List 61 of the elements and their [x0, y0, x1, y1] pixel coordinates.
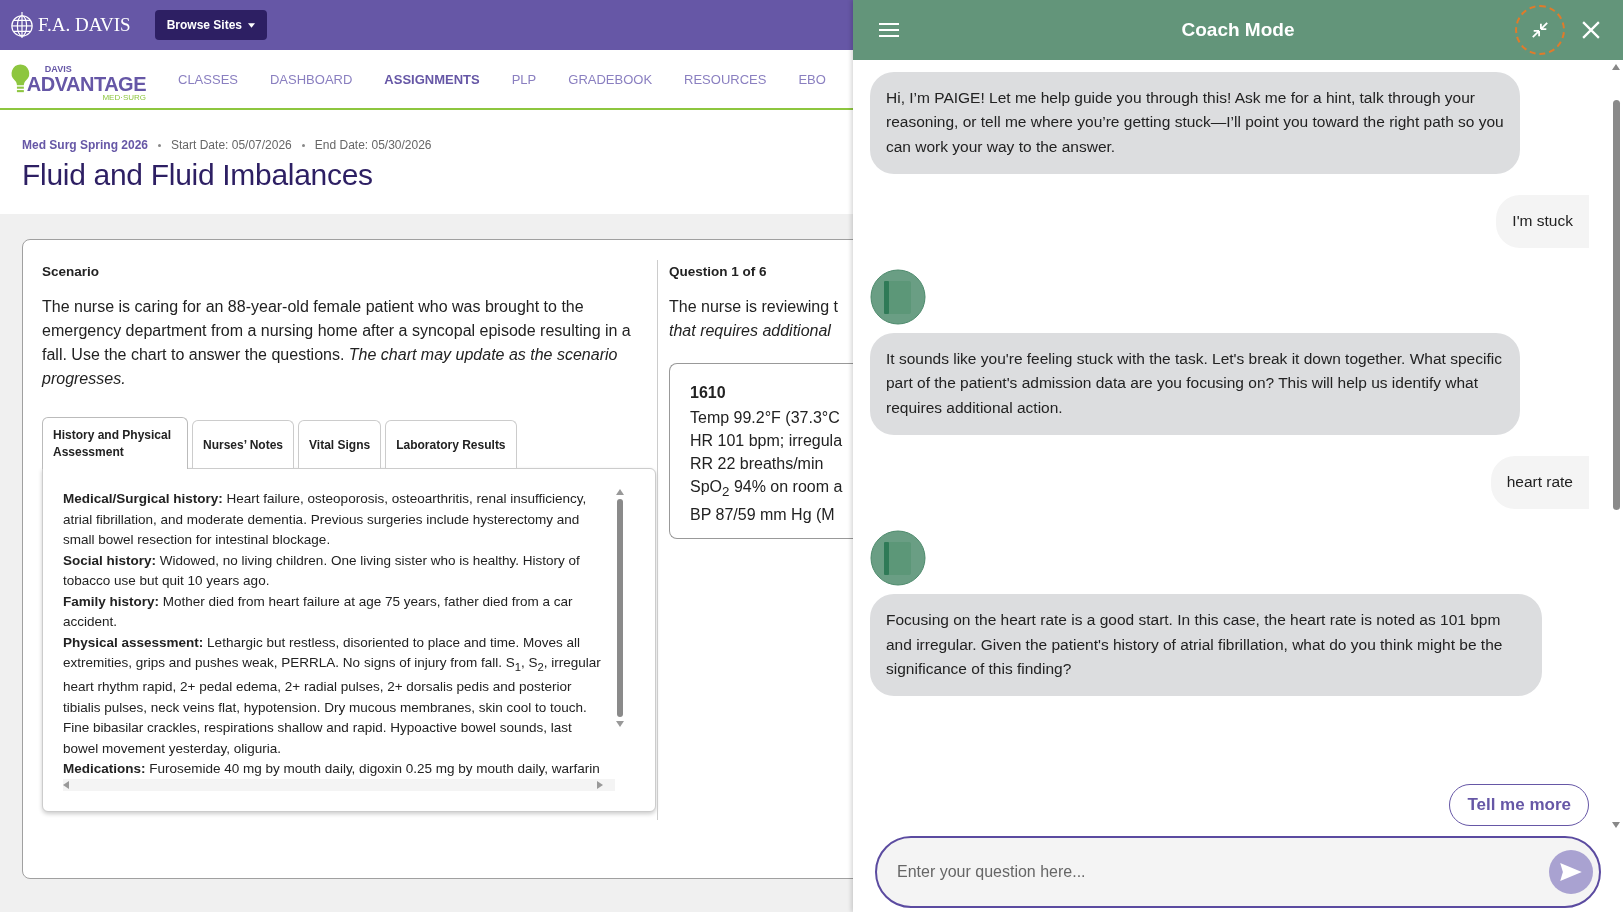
- nav-link[interactable]: GRADEBOOK: [568, 71, 653, 87]
- vital-sign: Temp 99.2°F (37.3°C: [690, 408, 841, 428]
- user-message: heart rate: [1490, 456, 1589, 510]
- chart-entry: Medical/Surgical history: Heart failure, osteoporosis, osteoarthritis, renal insufficiency, atrial fibrillation, and moderate dementia. Previous surgeries include hysterectomy and small bowel resection for intestinal blockage.: [63, 490, 588, 549]
- scenario-text: The nurse is caring for an 88-year-old female patient who was brought to the emergency department from a nursing home after a syncopal episode resulting in a fall. Use the chart to answer the questions. The chart may update as the scenario progresses.: [42, 297, 632, 389]
- chart-tab[interactable]: Vital Signs: [298, 420, 382, 468]
- vital-sign: BP 87/59 mm Hg (M: [690, 505, 836, 526]
- panel-title: Coach Mode: [1180, 19, 1296, 41]
- send-button[interactable]: [1549, 850, 1593, 894]
- chart-entry: Family history: Mother died from heart failure at age 75 years, father died from a car accident.: [63, 592, 574, 631]
- coach-message: Hi, I’m PAIGE! Let me help guide you through this! Ask me for a hint, talk through your reasoning, or tell me where you’re getting stuck—I’ll point you toward the right path so you can work your way to the answer.: [870, 72, 1520, 174]
- page-title: Fluid and Fluid Imbalances: [22, 158, 374, 192]
- coach-message: It sounds like you're feeling stuck with the task. Let's break it down together. What specific part of the patient's admission data are you focusing on? This will help us identify what requires additional action.: [870, 333, 1520, 436]
- vitals-time: 1610: [690, 384, 727, 402]
- horizontal-scrollbar[interactable]: [63, 779, 615, 791]
- scroll-down-icon[interactable]: [1612, 822, 1620, 828]
- collapse-icon: [1530, 21, 1550, 39]
- globe-logo-icon: [10, 10, 34, 40]
- chart-entry: Medications: Furosemide 40 mg by mouth daily, digoxin 0.25 mg by mouth daily, warfarin: [63, 760, 601, 779]
- scroll-down-icon[interactable]: [616, 721, 624, 727]
- nav-link[interactable]: CLASSES: [178, 71, 238, 87]
- end-date: End Date: 05/30/2026: [314, 138, 432, 152]
- advantage-logo[interactable]: DAVIS ADVANTAGE MED·SURG: [10, 56, 146, 102]
- chart-tab[interactable]: History and Physical Assessment: [42, 417, 188, 469]
- suggestion-chip[interactable]: Tell me more: [1449, 784, 1589, 826]
- nav-link[interactable]: EBO: [798, 71, 826, 87]
- chart-tab[interactable]: Nurses’ Notes: [192, 420, 295, 468]
- question-text: that requires additional: [669, 321, 832, 341]
- logo-tagline: MED·SURG: [102, 94, 146, 102]
- nav-link[interactable]: RESOURCES: [684, 71, 767, 87]
- collapse-button[interactable]: [1515, 5, 1565, 55]
- scroll-up-icon[interactable]: [1612, 64, 1620, 70]
- brand-name: F.A. DAVIS: [38, 14, 131, 36]
- scroll-left-icon[interactable]: [63, 781, 69, 789]
- scroll-up-icon[interactable]: [616, 489, 624, 495]
- menu-icon: [879, 21, 899, 39]
- caret-icon: [248, 22, 255, 28]
- coach-message: Focusing on the heart rate is a good start. In this case, the heart rate is noted as 101 bpm and irregular. Given the patient's history of atrial fibrillation, what do you think might be the significance of this finding?: [870, 594, 1542, 697]
- browse-sites-button[interactable]: Browse Sites: [154, 10, 267, 40]
- nav-link[interactable]: PLP: [511, 71, 537, 87]
- start-date: Start Date: 05/07/2026: [171, 138, 292, 152]
- user-message: I'm stuck: [1496, 194, 1589, 249]
- scroll-right-icon[interactable]: [597, 781, 603, 789]
- chart-entry: Social history: Widowed, no living children. One living sister who is healthy. History of tobacco use but quit 10 years ago.: [63, 551, 581, 590]
- question-heading: Question 1 of 6: [669, 264, 768, 279]
- vital-sign: SpO$_{2}$ 94% on room a: [690, 477, 844, 502]
- nav-link[interactable]: ASSIGNMENTS: [384, 71, 480, 87]
- chart-entry: Physical assessment: Lethargic but restless, disoriented to place and time. Moves all extremities, grips and pushes weak, PERRLA. No signs of injury from fall. S$_{1}$, S$_{2}$, irregular heart rhythm rapid, 2+ pedal edema, 2+ radial pulses, 2+ dorsalis pedis and posterior tibialis pulses, neck veins flat, hypotension. Dry mucous membranes, skin cool to touch. Fine bibasilar crackles, respirations shallow and rapid. Hypoactive bowel sounds, last bowel movement yesterday, oliguria.: [63, 633, 602, 758]
- send-icon: [1560, 863, 1582, 881]
- nav-link[interactable]: DASHBOARD: [270, 71, 353, 87]
- scenario-heading: Scenario: [42, 264, 101, 279]
- question-input[interactable]: Enter your question here...: [895, 862, 1549, 882]
- course-name: Med Surg Spring 2026: [22, 138, 149, 152]
- chart-tab[interactable]: Laboratory Results: [385, 420, 517, 468]
- vital-sign: HR 101 bpm; irregula: [690, 431, 844, 451]
- question-field[interactable]: Enter your question here...: [875, 836, 1601, 908]
- vital-sign: RR 22 breaths/min: [690, 454, 825, 474]
- question-text: The nurse is reviewing t: [669, 297, 839, 317]
- logo-subtitle: DAVIS: [44, 65, 73, 74]
- logo-title: ADVANTAGE: [26, 74, 146, 94]
- close-icon: [1581, 21, 1601, 39]
